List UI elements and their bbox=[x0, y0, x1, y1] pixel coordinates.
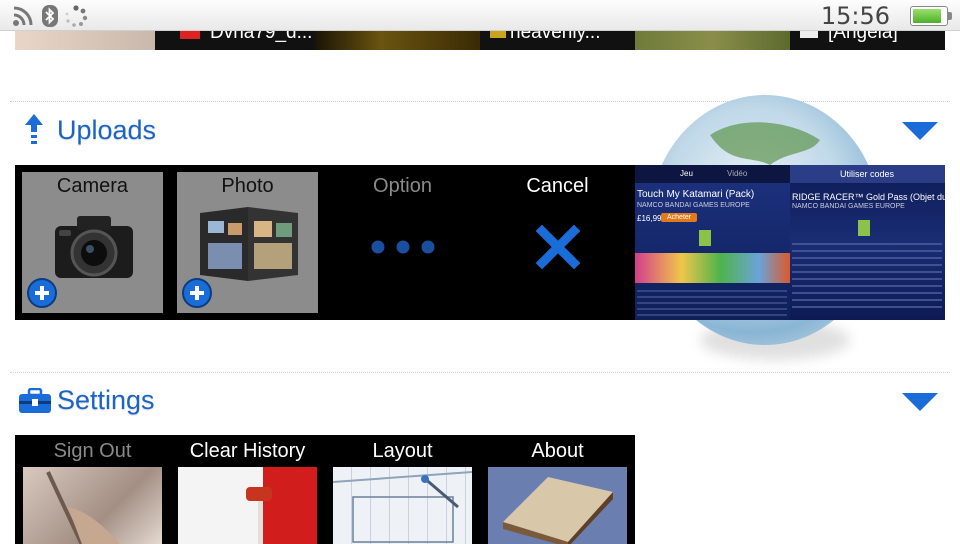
store-price: £16,99 bbox=[637, 214, 662, 223]
sign-out-tile[interactable]: Sign Out bbox=[15, 435, 170, 544]
add-plus-icon bbox=[27, 278, 57, 308]
settings-collapse-arrow-icon[interactable] bbox=[902, 393, 938, 411]
cancel-label: Cancel bbox=[526, 175, 589, 197]
add-plus-icon bbox=[182, 278, 212, 308]
cancel-tile[interactable]: Cancel bbox=[480, 165, 635, 320]
layout-image bbox=[333, 467, 472, 544]
store-preview-left: Jeu Vidéo Touch My Katamari (Pack) NAMCO… bbox=[635, 165, 790, 320]
store-right-publisher: NAMCO BANDAI GAMES EUROPE bbox=[792, 203, 905, 210]
about-label: About bbox=[531, 440, 584, 462]
about-tile[interactable]: About bbox=[480, 435, 635, 544]
tab-video: Vidéo bbox=[727, 169, 748, 178]
photo-tile[interactable]: Photo bbox=[170, 165, 325, 320]
more-dots-icon bbox=[371, 240, 435, 254]
bluetooth-icon bbox=[42, 5, 58, 27]
camera-tile[interactable]: Camera bbox=[15, 165, 170, 320]
photo-album-icon bbox=[200, 207, 298, 281]
upload-icon bbox=[25, 114, 43, 144]
option-label: Option bbox=[373, 175, 432, 197]
divider bbox=[10, 372, 950, 373]
battery-icon bbox=[910, 6, 952, 26]
toolbox-icon bbox=[19, 388, 51, 413]
use-codes-header: Utiliser codes bbox=[840, 169, 895, 179]
uploads-title: Uploads bbox=[57, 115, 157, 145]
sign-out-label: Sign Out bbox=[53, 440, 132, 462]
clear-history-label: Clear History bbox=[189, 440, 306, 462]
store-title: Touch My Katamari (Pack) bbox=[637, 189, 755, 200]
store-right-title: RIDGE RACER™ Gold Pass (Objet du je bbox=[792, 192, 945, 202]
close-icon bbox=[536, 225, 580, 269]
pegi-3-badge bbox=[858, 220, 870, 236]
tab-game: Jeu bbox=[680, 169, 693, 178]
uploads-collapse-arrow-icon[interactable] bbox=[902, 122, 938, 140]
sign-out-image bbox=[23, 467, 162, 544]
store-preview[interactable]: Jeu Vidéo Touch My Katamari (Pack) NAMCO… bbox=[635, 165, 945, 320]
buy-button: Acheter bbox=[661, 213, 698, 222]
camera-label: Camera bbox=[56, 175, 129, 197]
status-bar: 15:56 bbox=[0, 0, 960, 31]
store-screenshots bbox=[635, 253, 790, 283]
clear-history-tile[interactable]: Clear History bbox=[170, 435, 325, 544]
option-tile[interactable]: Option bbox=[325, 165, 480, 320]
clear-history-image bbox=[178, 467, 317, 544]
loading-icon bbox=[65, 5, 88, 27]
about-image bbox=[488, 467, 627, 544]
settings-title: Settings bbox=[57, 385, 155, 415]
camera-icon bbox=[55, 216, 133, 278]
uploads-panel: Camera Photo Option Cancel bbox=[15, 165, 635, 320]
layout-label: Layout bbox=[372, 440, 433, 462]
settings-panel: Sign Out Clear History Layout About bbox=[15, 435, 635, 544]
clock: 15:56 bbox=[820, 2, 890, 30]
layout-tile[interactable]: Layout bbox=[325, 435, 480, 544]
wifi-icon bbox=[13, 6, 33, 26]
photo-label: Photo bbox=[221, 175, 274, 197]
pegi-3-badge bbox=[699, 230, 711, 246]
store-publisher: NAMCO BANDAI GAMES EUROPE bbox=[637, 202, 750, 209]
store-preview-right: Utiliser codes RIDGE RACER™ Gold Pass (O… bbox=[790, 165, 945, 320]
